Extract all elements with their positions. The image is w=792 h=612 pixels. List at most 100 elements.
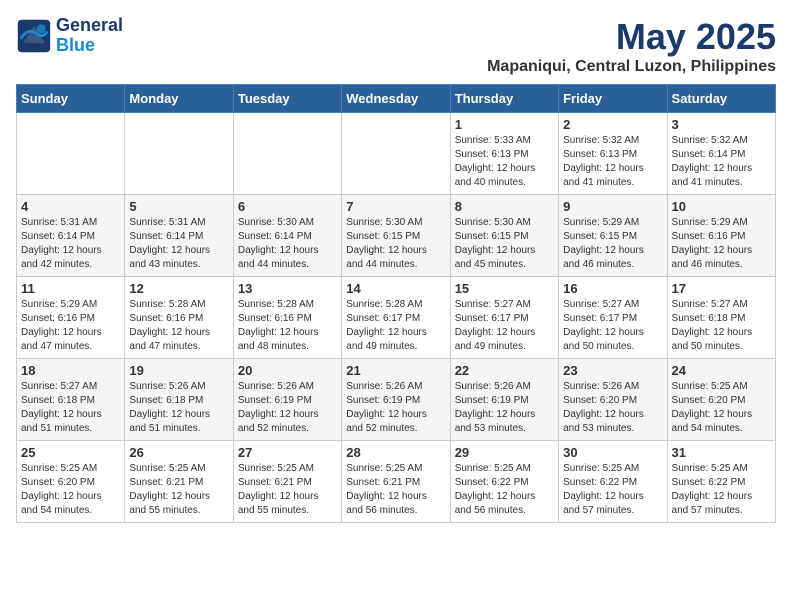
day-info: Sunrise: 5:25 AM Sunset: 6:20 PM Dayligh…	[672, 380, 771, 436]
calendar-cell: 16 Sunrise: 5:27 AM Sunset: 6:17 PM Dayli…	[559, 277, 667, 359]
weekday-header-row: SundayMondayTuesdayWednesdayThursdayFrid…	[17, 85, 776, 113]
weekday-header-sunday: Sunday	[17, 85, 125, 113]
calendar-cell	[233, 113, 341, 195]
day-number: 21	[346, 363, 445, 378]
day-info: Sunrise: 5:32 AM Sunset: 6:14 PM Dayligh…	[672, 134, 771, 190]
logo-text: General Blue	[56, 16, 123, 56]
day-info: Sunrise: 5:26 AM Sunset: 6:19 PM Dayligh…	[238, 380, 337, 436]
calendar-week-row: 11 Sunrise: 5:29 AM Sunset: 6:16 PM Dayli…	[17, 277, 776, 359]
day-number: 4	[21, 199, 120, 214]
calendar-cell	[17, 113, 125, 195]
month-title: May 2025	[487, 16, 776, 58]
day-info: Sunrise: 5:31 AM Sunset: 6:14 PM Dayligh…	[21, 216, 120, 272]
weekday-header-tuesday: Tuesday	[233, 85, 341, 113]
day-number: 22	[455, 363, 554, 378]
calendar-cell: 26 Sunrise: 5:25 AM Sunset: 6:21 PM Dayli…	[125, 441, 233, 523]
day-info: Sunrise: 5:26 AM Sunset: 6:20 PM Dayligh…	[563, 380, 662, 436]
day-info: Sunrise: 5:27 AM Sunset: 6:17 PM Dayligh…	[563, 298, 662, 354]
day-number: 25	[21, 445, 120, 460]
day-number: 28	[346, 445, 445, 460]
day-info: Sunrise: 5:25 AM Sunset: 6:21 PM Dayligh…	[129, 462, 228, 518]
calendar-cell: 11 Sunrise: 5:29 AM Sunset: 6:16 PM Dayli…	[17, 277, 125, 359]
day-number: 13	[238, 281, 337, 296]
day-number: 23	[563, 363, 662, 378]
day-info: Sunrise: 5:28 AM Sunset: 6:16 PM Dayligh…	[238, 298, 337, 354]
weekday-header-saturday: Saturday	[667, 85, 775, 113]
day-info: Sunrise: 5:27 AM Sunset: 6:17 PM Dayligh…	[455, 298, 554, 354]
calendar-cell: 13 Sunrise: 5:28 AM Sunset: 6:16 PM Dayli…	[233, 277, 341, 359]
page-header: General Blue May 2025 Mapaniqui, Central…	[16, 16, 776, 76]
day-info: Sunrise: 5:29 AM Sunset: 6:16 PM Dayligh…	[672, 216, 771, 272]
calendar-cell: 5Sunrise: 5:31 AM Sunset: 6:14 PM Daylig…	[125, 195, 233, 277]
calendar-cell: 15Sunrise: 5:27 AM Sunset: 6:17 PM Dayli…	[450, 277, 558, 359]
weekday-header-monday: Monday	[125, 85, 233, 113]
calendar-cell: 22 Sunrise: 5:26 AM Sunset: 6:19 PM Dayli…	[450, 359, 558, 441]
day-info: Sunrise: 5:26 AM Sunset: 6:19 PM Dayligh…	[455, 380, 554, 436]
day-number: 11	[21, 281, 120, 296]
day-info: Sunrise: 5:25 AM Sunset: 6:22 PM Dayligh…	[455, 462, 554, 518]
day-number: 18	[21, 363, 120, 378]
calendar-cell: 29 Sunrise: 5:25 AM Sunset: 6:22 PM Dayli…	[450, 441, 558, 523]
calendar-cell: 28 Sunrise: 5:25 AM Sunset: 6:21 PM Dayli…	[342, 441, 450, 523]
day-number: 16	[563, 281, 662, 296]
day-number: 26	[129, 445, 228, 460]
day-number: 7	[346, 199, 445, 214]
calendar-cell: 18Sunrise: 5:27 AM Sunset: 6:18 PM Dayli…	[17, 359, 125, 441]
calendar-cell: 3Sunrise: 5:32 AM Sunset: 6:14 PM Daylig…	[667, 113, 775, 195]
calendar-cell: 9 Sunrise: 5:29 AM Sunset: 6:15 PM Daylig…	[559, 195, 667, 277]
calendar-cell: 7 Sunrise: 5:30 AM Sunset: 6:15 PM Daylig…	[342, 195, 450, 277]
day-number: 20	[238, 363, 337, 378]
weekday-header-thursday: Thursday	[450, 85, 558, 113]
day-info: Sunrise: 5:29 AM Sunset: 6:16 PM Dayligh…	[21, 298, 120, 354]
calendar-week-row: 4 Sunrise: 5:31 AM Sunset: 6:14 PM Daylig…	[17, 195, 776, 277]
calendar-cell: 2 Sunrise: 5:32 AM Sunset: 6:13 PM Daylig…	[559, 113, 667, 195]
calendar-cell: 20 Sunrise: 5:26 AM Sunset: 6:19 PM Dayli…	[233, 359, 341, 441]
day-info: Sunrise: 5:32 AM Sunset: 6:13 PM Dayligh…	[563, 134, 662, 190]
day-info: Sunrise: 5:29 AM Sunset: 6:15 PM Dayligh…	[563, 216, 662, 272]
calendar-cell: 14 Sunrise: 5:28 AM Sunset: 6:17 PM Dayli…	[342, 277, 450, 359]
calendar-cell: 31Sunrise: 5:25 AM Sunset: 6:22 PM Dayli…	[667, 441, 775, 523]
day-number: 9	[563, 199, 662, 214]
day-info: Sunrise: 5:26 AM Sunset: 6:19 PM Dayligh…	[346, 380, 445, 436]
day-info: Sunrise: 5:30 AM Sunset: 6:15 PM Dayligh…	[346, 216, 445, 272]
calendar-cell: 6 Sunrise: 5:30 AM Sunset: 6:14 PM Daylig…	[233, 195, 341, 277]
day-number: 29	[455, 445, 554, 460]
calendar-table: SundayMondayTuesdayWednesdayThursdayFrid…	[16, 84, 776, 523]
day-number: 19	[129, 363, 228, 378]
day-number: 24	[672, 363, 771, 378]
calendar-cell: 30Sunrise: 5:25 AM Sunset: 6:22 PM Dayli…	[559, 441, 667, 523]
day-info: Sunrise: 5:25 AM Sunset: 6:21 PM Dayligh…	[346, 462, 445, 518]
calendar-week-row: 1 Sunrise: 5:33 AM Sunset: 6:13 PM Daylig…	[17, 113, 776, 195]
day-info: Sunrise: 5:28 AM Sunset: 6:16 PM Dayligh…	[129, 298, 228, 354]
calendar-cell: 21 Sunrise: 5:26 AM Sunset: 6:19 PM Dayli…	[342, 359, 450, 441]
day-number: 2	[563, 117, 662, 132]
day-info: Sunrise: 5:33 AM Sunset: 6:13 PM Dayligh…	[455, 134, 554, 190]
day-info: Sunrise: 5:25 AM Sunset: 6:20 PM Dayligh…	[21, 462, 120, 518]
logo: General Blue	[16, 16, 123, 56]
calendar-cell: 10 Sunrise: 5:29 AM Sunset: 6:16 PM Dayli…	[667, 195, 775, 277]
calendar-cell: 1 Sunrise: 5:33 AM Sunset: 6:13 PM Daylig…	[450, 113, 558, 195]
calendar-week-row: 18Sunrise: 5:27 AM Sunset: 6:18 PM Dayli…	[17, 359, 776, 441]
day-info: Sunrise: 5:30 AM Sunset: 6:14 PM Dayligh…	[238, 216, 337, 272]
day-number: 8	[455, 199, 554, 214]
calendar-cell	[342, 113, 450, 195]
day-number: 17	[672, 281, 771, 296]
day-info: Sunrise: 5:25 AM Sunset: 6:21 PM Dayligh…	[238, 462, 337, 518]
day-info: Sunrise: 5:30 AM Sunset: 6:15 PM Dayligh…	[455, 216, 554, 272]
day-number: 14	[346, 281, 445, 296]
calendar-week-row: 25 Sunrise: 5:25 AM Sunset: 6:20 PM Dayli…	[17, 441, 776, 523]
day-info: Sunrise: 5:27 AM Sunset: 6:18 PM Dayligh…	[672, 298, 771, 354]
day-info: Sunrise: 5:28 AM Sunset: 6:17 PM Dayligh…	[346, 298, 445, 354]
logo-icon	[16, 18, 52, 54]
day-number: 10	[672, 199, 771, 214]
calendar-cell: 17 Sunrise: 5:27 AM Sunset: 6:18 PM Dayli…	[667, 277, 775, 359]
calendar-cell: 4 Sunrise: 5:31 AM Sunset: 6:14 PM Daylig…	[17, 195, 125, 277]
day-number: 1	[455, 117, 554, 132]
day-number: 5	[129, 199, 228, 214]
day-number: 12	[129, 281, 228, 296]
calendar-cell: 8 Sunrise: 5:30 AM Sunset: 6:15 PM Daylig…	[450, 195, 558, 277]
calendar-cell: 12 Sunrise: 5:28 AM Sunset: 6:16 PM Dayli…	[125, 277, 233, 359]
day-number: 6	[238, 199, 337, 214]
day-number: 27	[238, 445, 337, 460]
day-info: Sunrise: 5:26 AM Sunset: 6:18 PM Dayligh…	[129, 380, 228, 436]
